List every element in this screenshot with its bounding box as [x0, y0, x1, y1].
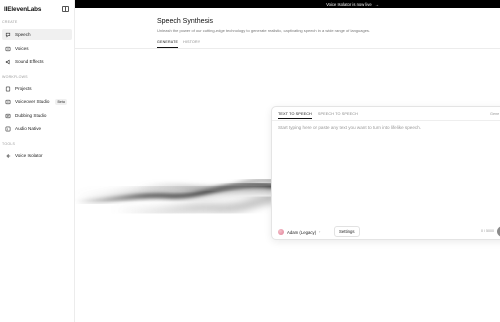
editor-card: TEXT TO SPEECH SPEECH TO SPEECH Gene Ada… [271, 106, 500, 240]
beta-badge: Beta [55, 98, 67, 105]
sidebar-item-label: Voice Isolator [15, 153, 43, 158]
speech-text-input[interactable] [278, 125, 498, 215]
sidebar-item-audio-native[interactable]: Audio Native [2, 123, 72, 134]
main-tabs: GENERATE HISTORY [157, 40, 200, 48]
section-label-tools: TOOLS [2, 142, 16, 146]
section-label-create: CREATE [2, 20, 18, 24]
projects-icon [5, 86, 11, 92]
sidebar-item-label: Projects [15, 86, 32, 91]
sidebar-item-dubbing-studio[interactable]: Dubbing Studio [2, 110, 72, 121]
character-count: 0 / 5000 [481, 229, 494, 233]
voice-avatar [278, 229, 284, 235]
sidebar: IIElevenLabs CREATE Speech Voices Sound … [0, 0, 75, 322]
speech-icon [5, 32, 11, 38]
generation-label: Gene [490, 112, 500, 116]
page-title: Speech Synthesis [157, 18, 214, 25]
voice-isolator-icon [5, 153, 11, 159]
wave-illustration [75, 177, 275, 217]
sidebar-collapse-icon[interactable] [62, 6, 69, 12]
sidebar-item-label: Dubbing Studio [15, 113, 47, 118]
sidebar-item-label: Voiceover Studio [15, 99, 50, 104]
tab-history[interactable]: HISTORY [183, 40, 200, 48]
sidebar-item-speech[interactable]: Speech [2, 29, 72, 40]
card-divider [272, 120, 500, 121]
announcement-banner[interactable]: Voice Isolator is now live → [75, 0, 500, 8]
editor-tabs: TEXT TO SPEECH SPEECH TO SPEECH [278, 112, 358, 119]
chevron-right-icon: › [319, 230, 321, 234]
audio-native-icon [5, 126, 11, 132]
sidebar-item-voices[interactable]: Voices [2, 43, 72, 54]
sidebar-item-projects[interactable]: Projects [2, 83, 72, 94]
banner-text: Voice Isolator is now live [326, 1, 372, 7]
arrow-right-icon: → [374, 1, 379, 7]
voiceover-studio-icon [5, 99, 11, 105]
section-label-workflows: WORKFLOWS [2, 75, 28, 79]
logo[interactable]: IIElevenLabs [4, 6, 41, 13]
sidebar-item-label: Audio Native [15, 126, 42, 131]
tab-speech-to-speech[interactable]: SPEECH TO SPEECH [318, 112, 358, 119]
tab-generate[interactable]: GENERATE [157, 40, 179, 48]
sidebar-item-voice-isolator[interactable]: Voice Isolator [2, 150, 72, 161]
voice-name: Adam (Legacy) [287, 229, 317, 235]
sidebar-item-voiceover-studio[interactable]: Voiceover Studio Beta [2, 96, 72, 107]
tab-text-to-speech[interactable]: TEXT TO SPEECH [278, 112, 312, 119]
sidebar-item-sound-effects[interactable]: Sound Effects [2, 56, 72, 67]
page-description: Unleash the power of our cutting-edge te… [157, 28, 371, 33]
voices-icon [5, 46, 11, 52]
settings-button[interactable]: Settings [334, 226, 360, 237]
sidebar-item-label: Speech [15, 32, 31, 37]
app-root: IIElevenLabs CREATE Speech Voices Sound … [0, 0, 500, 322]
sidebar-item-label: Voices [15, 46, 29, 51]
header-divider [75, 48, 500, 49]
voice-selector[interactable]: Adam (Legacy) › [278, 227, 320, 237]
dubbing-studio-icon [5, 113, 11, 119]
sidebar-item-label: Sound Effects [15, 59, 44, 64]
sound-effects-icon [5, 59, 11, 65]
